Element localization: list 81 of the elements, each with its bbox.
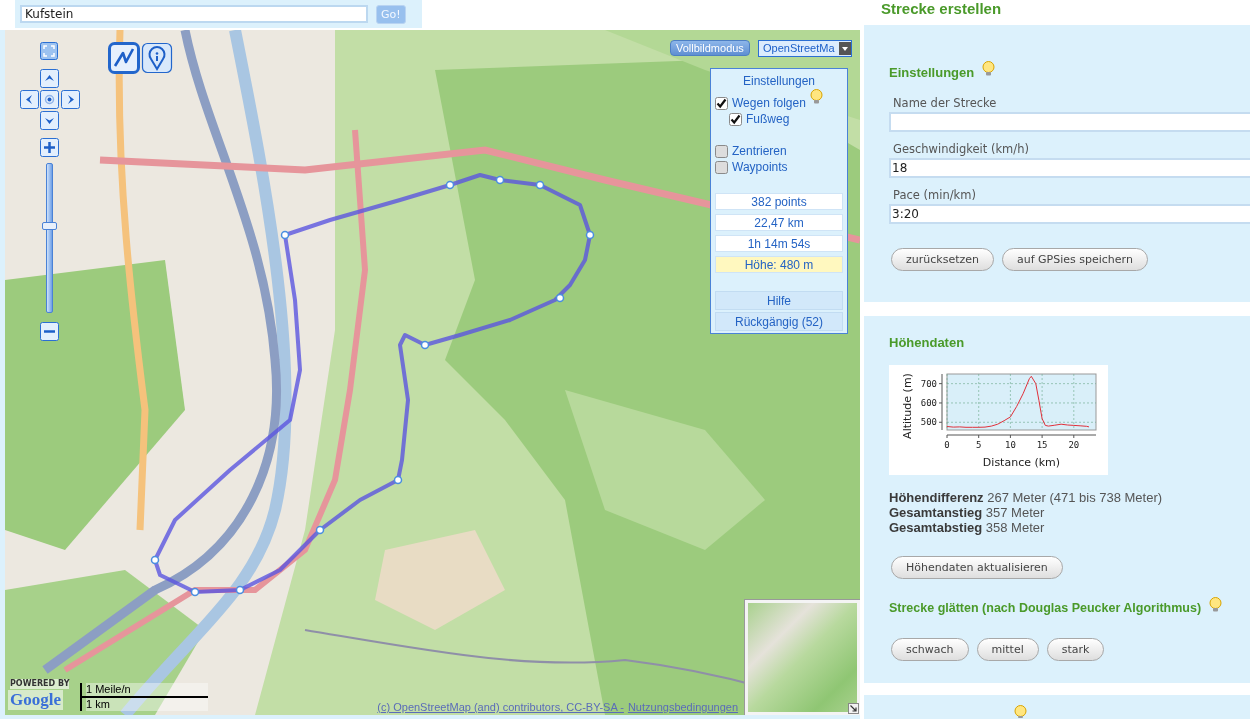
- scale-label: 1 km: [86, 698, 208, 711]
- panel-button[interactable]: Hilfe: [715, 291, 843, 310]
- input-field[interactable]: 3:20: [889, 204, 1250, 224]
- light-bulb-icon[interactable]: [1209, 596, 1223, 612]
- section-heading: Höhendaten: [889, 334, 965, 350]
- input-field[interactable]: [889, 112, 1250, 132]
- action-button[interactable]: zurücksetzen: [891, 248, 994, 271]
- y-tick-label: 500: [920, 417, 937, 428]
- smoothing-button[interactable]: schwach: [891, 638, 969, 661]
- diagonal-arrow-icon[interactable]: [848, 703, 859, 714]
- panel-button[interactable]: Rückgängig (52): [715, 312, 843, 331]
- x-tick-label: 15: [1036, 440, 1048, 450]
- checkbox-label[interactable]: Fußweg: [746, 111, 790, 127]
- section-heading: Strecke glätten (nach Douglas Peucker Algorithmus): [889, 601, 1202, 615]
- layer-select[interactable]: OpenStreetMa: [758, 40, 852, 57]
- fullscreen-icon[interactable]: [40, 42, 58, 60]
- pan-left-icon[interactable]: [20, 90, 39, 109]
- waypoint-marker[interactable]: [280, 230, 290, 240]
- stat-field: Höhe: 480 m: [715, 256, 843, 273]
- waypoint-marker[interactable]: [420, 340, 430, 350]
- waypoint-marker[interactable]: [315, 525, 325, 535]
- center-target-icon[interactable]: [40, 90, 59, 109]
- checkbox[interactable]: [729, 112, 742, 126]
- field-label: Pace (min/km): [892, 188, 977, 202]
- waypoint-marker[interactable]: [393, 475, 403, 485]
- smoothing-button[interactable]: stark: [1046, 638, 1105, 661]
- stat-field: 22,47 km: [715, 214, 843, 231]
- zoom-in-icon[interactable]: [40, 138, 59, 157]
- light-bulb-icon[interactable]: [809, 88, 823, 104]
- search-field[interactable]: Kufstein: [20, 5, 368, 23]
- checkbox[interactable]: [715, 144, 728, 158]
- waypoint-marker[interactable]: [235, 585, 245, 595]
- waypoint-marker[interactable]: [445, 180, 455, 190]
- pan-right-icon[interactable]: [61, 90, 80, 109]
- waypoint-marker[interactable]: [190, 587, 200, 597]
- y-axis-title: Altitude (m): [901, 373, 914, 439]
- dropdown-caret-icon[interactable]: [838, 42, 851, 55]
- action-button[interactable]: auf GPSies speichern: [1002, 248, 1148, 271]
- pan-down-icon[interactable]: [40, 111, 59, 130]
- info-pin-icon[interactable]: [141, 42, 173, 74]
- checkbox-label[interactable]: Waypoints: [732, 159, 788, 175]
- zoom-out-icon[interactable]: [40, 322, 59, 341]
- stat-field: 382 points: [715, 193, 843, 210]
- panel-title: Einstellungen: [741, 73, 817, 89]
- elevation-stat: Gesamtanstieg 357 Meter: [889, 505, 1046, 520]
- update-button[interactable]: Höhendaten aktualisieren: [891, 556, 1063, 579]
- y-tick-label: 600: [920, 397, 937, 408]
- stat-field: 1h 14m 54s: [715, 235, 843, 252]
- pan-up-icon[interactable]: [40, 69, 59, 88]
- scale-label: 1 Meile/n: [86, 683, 208, 696]
- y-tick-label: 700: [920, 378, 937, 389]
- elevation-stat: Gesamtabstieg 358 Meter: [889, 520, 1046, 535]
- terms-link[interactable]: Nutzungsbedingungen: [627, 701, 738, 713]
- waypoint-marker[interactable]: [535, 180, 545, 190]
- field-label: Name der Strecke: [892, 96, 998, 110]
- waypoint-marker[interactable]: [585, 230, 595, 240]
- x-tick-label: 0: [944, 440, 950, 450]
- light-bulb-icon[interactable]: [1014, 705, 1027, 718]
- page-title: Strecke erstellen: [880, 0, 1003, 19]
- smoothing-button[interactable]: mittel: [976, 638, 1039, 661]
- elevation-stat: Höhendifferenz 267 Meter (471 bis 738 Meter): [889, 490, 1164, 505]
- waypoint-marker[interactable]: [495, 175, 505, 185]
- x-tick-label: 20: [1068, 440, 1080, 450]
- powered-by-caption: POWERED BY: [10, 679, 70, 689]
- waypoint-marker[interactable]: [555, 293, 565, 303]
- x-axis-title: Distance (km): [982, 456, 1061, 469]
- checkbox[interactable]: [715, 160, 728, 174]
- checkbox-label[interactable]: Wegen folgen: [732, 95, 806, 111]
- checkbox[interactable]: [715, 96, 728, 110]
- light-bulb-icon[interactable]: [982, 60, 996, 76]
- field-label: Geschwindigkeit (km/h): [892, 142, 1030, 156]
- zoom-slider-thumb[interactable]: [42, 222, 57, 231]
- x-tick-label: 10: [1005, 440, 1016, 450]
- section-heading: Einstellungen: [889, 64, 975, 80]
- y-axis: [938, 373, 943, 431]
- google-logo: Google: [8, 690, 63, 710]
- input-field[interactable]: 18: [889, 158, 1250, 178]
- waypoint-marker[interactable]: [150, 555, 160, 565]
- checkbox-label[interactable]: Zentrieren: [732, 143, 787, 159]
- attribution-text: (c) OpenStreetMap (and) contributors, CC-BY-SA -: [377, 701, 624, 713]
- x-tick-label: 5: [976, 440, 982, 450]
